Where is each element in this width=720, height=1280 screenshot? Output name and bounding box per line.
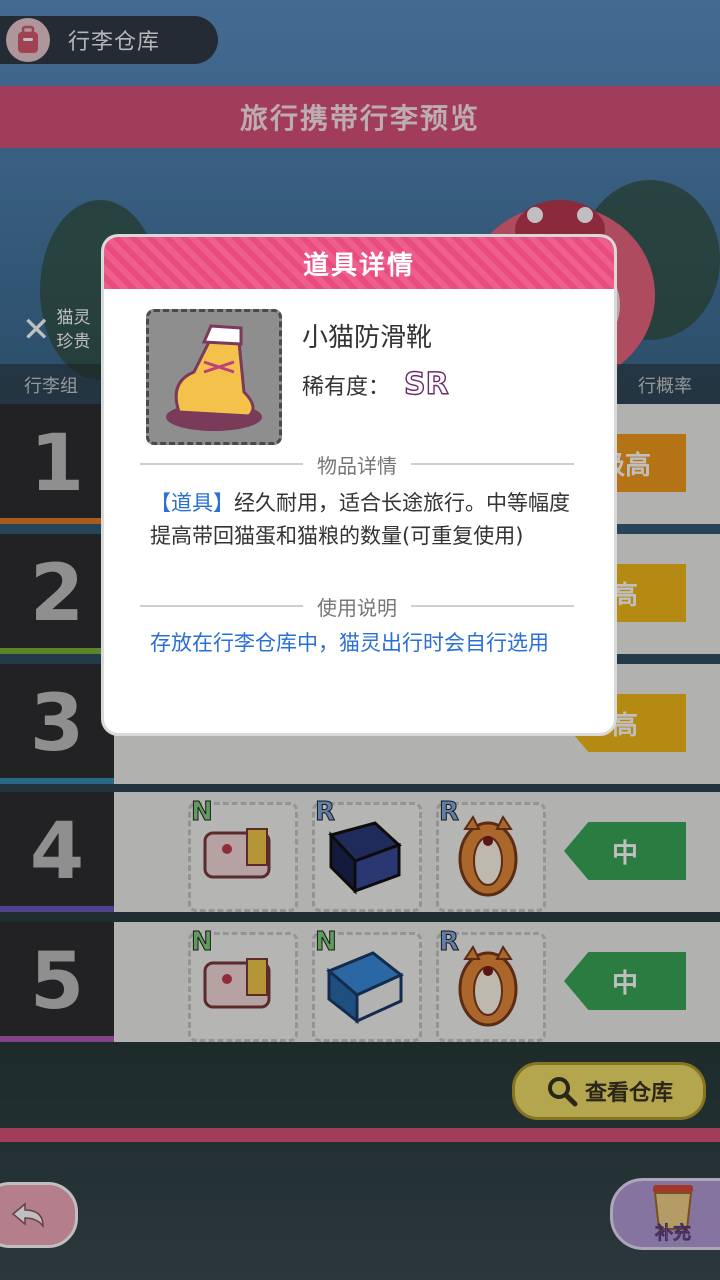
- usage-separator: 使用说明: [140, 595, 574, 620]
- details-heading: 物品详情: [317, 453, 397, 478]
- rarity-value: SR: [403, 366, 449, 402]
- desc-keyword: 【道具】: [150, 491, 234, 515]
- rarity-line: 稀有度： SR: [302, 366, 449, 402]
- details-separator: 物品详情: [140, 453, 574, 478]
- cat-boots-icon: [166, 324, 262, 431]
- item-icon-slot: [146, 309, 282, 445]
- rarity-label: 稀有度：: [302, 374, 391, 400]
- usage-text: 存放在行李仓库中，猫灵出行时会自行选用: [150, 631, 549, 655]
- item-detail-dialog: 道具详情 小猫防滑靴 稀有度： SR 物品详情 【道具】经久耐用，适合长途旅行。…: [104, 237, 614, 733]
- dialog-header: 道具详情: [104, 237, 614, 289]
- dialog-title: 道具详情: [302, 250, 415, 281]
- usage-heading: 使用说明: [317, 595, 397, 620]
- item-description: 【道具】经久耐用，适合长途旅行。中等幅度提高带回猫蛋和猫粮的数量(可重复使用): [150, 487, 580, 553]
- item-name: 小猫防滑靴: [302, 323, 433, 353]
